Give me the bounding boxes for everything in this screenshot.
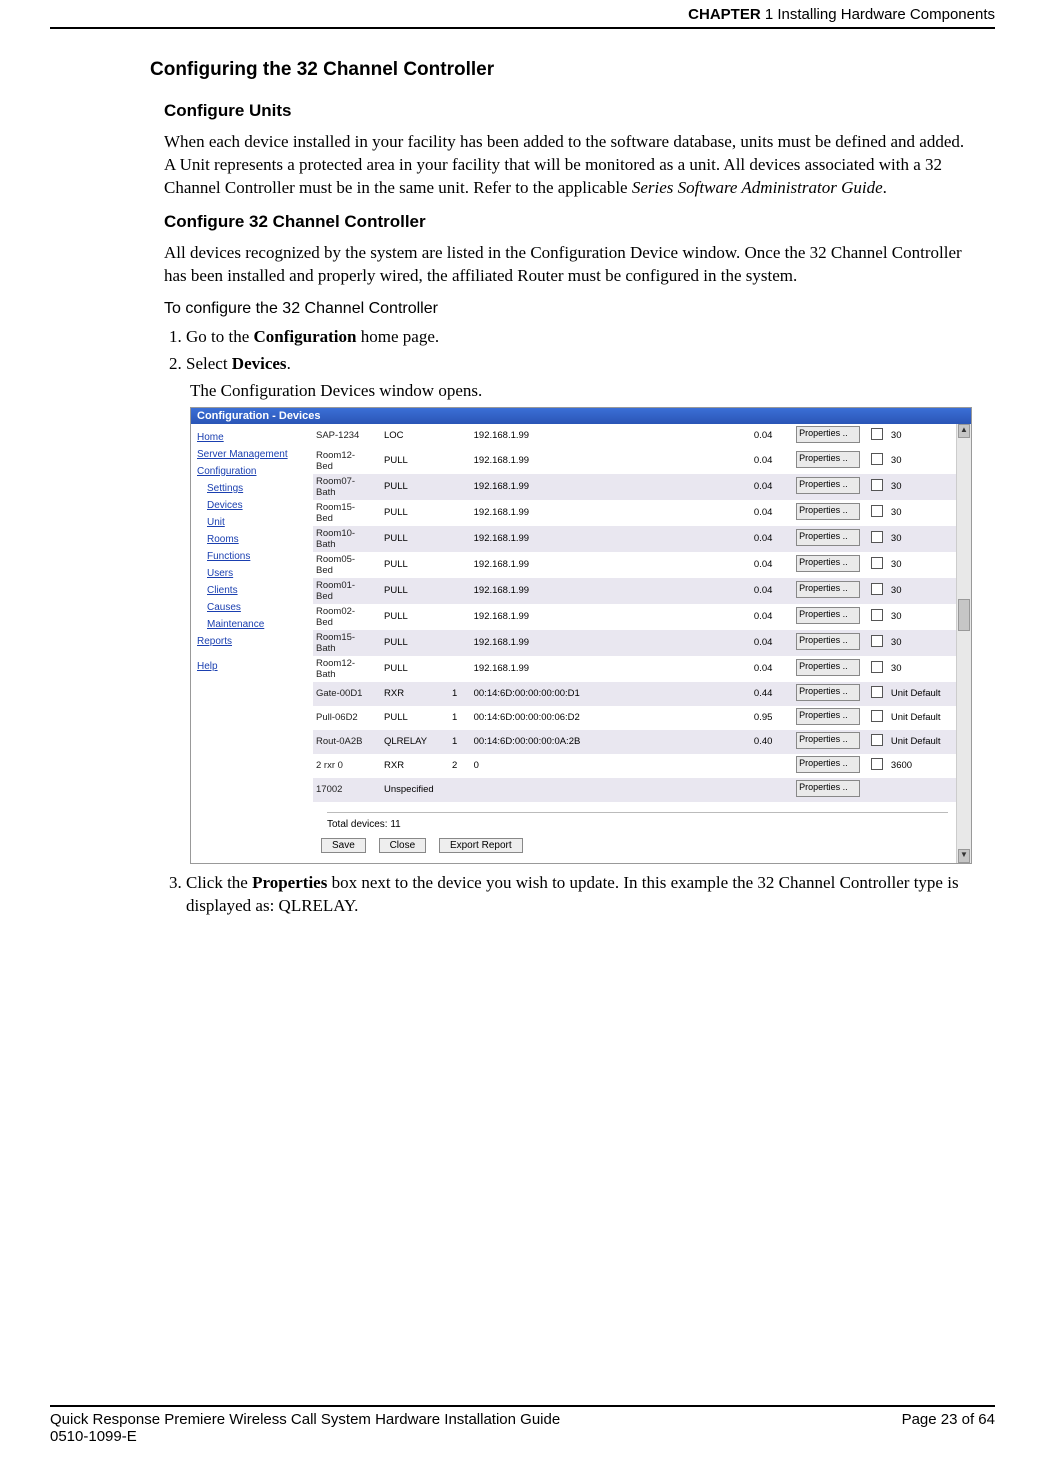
row-checkbox[interactable] (871, 661, 883, 673)
running-header: CHAPTER 1 Installing Hardware Components (50, 0, 995, 29)
chapter-num: 1 (765, 6, 773, 23)
procedure-steps-cont: Click the Properties box next to the dev… (164, 872, 965, 918)
row-checkbox[interactable] (871, 583, 883, 595)
window-title: Configuration - Devices (191, 408, 971, 424)
sidebar-item[interactable]: Home (197, 432, 307, 443)
scroll-down-arrow[interactable]: ▼ (958, 849, 970, 863)
save-button[interactable]: Save (321, 838, 366, 853)
sidebar-item[interactable]: Help (197, 661, 307, 672)
footer-left: Quick Response Premiere Wireless Call Sy… (50, 1411, 560, 1445)
properties-button[interactable]: Properties .. (796, 477, 860, 494)
step-1: Go to the Configuration home page. (186, 326, 965, 349)
sidebar-item[interactable]: Maintenance (207, 619, 307, 630)
table-row: 17002UnspecifiedProperties .. (313, 778, 956, 802)
properties-button[interactable]: Properties .. (796, 732, 860, 749)
properties-button[interactable]: Properties .. (796, 756, 860, 773)
vertical-scrollbar[interactable]: ▲ ▼ (956, 424, 971, 863)
table-row: Room05-BedPULL192.168.1.990.04Properties… (313, 552, 956, 578)
table-row: 2 rxr 0RXR20Properties ..3600 (313, 754, 956, 778)
step-2: Select Devices. (186, 353, 965, 376)
table-row: Room15-BedPULL192.168.1.990.04Properties… (313, 500, 956, 526)
properties-button[interactable]: Properties .. (796, 607, 860, 624)
table-row: Rout-0A2BQLRELAY100:14:6D:00:00:00:0A:2B… (313, 730, 956, 754)
properties-button[interactable]: Properties .. (796, 451, 860, 468)
properties-button[interactable]: Properties .. (796, 708, 860, 725)
sidebar-item[interactable]: Clients (207, 585, 307, 596)
row-checkbox[interactable] (871, 635, 883, 647)
sidebar-item[interactable]: Causes (207, 602, 307, 613)
close-button[interactable]: Close (379, 838, 427, 853)
table-row: Pull-06D2PULL100:14:6D:00:00:00:06:D20.9… (313, 706, 956, 730)
table-row: Gate-00D1RXR100:14:6D:00:00:00:00:D10.44… (313, 682, 956, 706)
properties-button[interactable]: Properties .. (796, 659, 860, 676)
table-row: Room01-BedPULL192.168.1.990.04Properties… (313, 578, 956, 604)
properties-button[interactable]: Properties .. (796, 529, 860, 546)
subsection-1-title: Configure Units (164, 101, 965, 121)
sidebar-item[interactable]: Unit (207, 517, 307, 528)
row-checkbox[interactable] (871, 557, 883, 569)
properties-button[interactable]: Properties .. (796, 684, 860, 701)
table-row: Room02-BedPULL192.168.1.990.04Properties… (313, 604, 956, 630)
device-grid: SAP-1234LOC192.168.1.990.04Properties ..… (313, 424, 956, 863)
table-row: Room12-BedPULL192.168.1.990.04Properties… (313, 448, 956, 474)
sidebar-item[interactable]: Rooms (207, 534, 307, 545)
procedure-lead: To configure the 32 Channel Controller (164, 300, 965, 318)
table-row: Room07-BathPULL192.168.1.990.04Propertie… (313, 474, 956, 500)
screenshot-configuration-devices: Configuration - Devices Home Server Manag… (190, 407, 972, 864)
subsection-1-para: When each device installed in your facil… (164, 131, 965, 200)
step-3: Click the Properties box next to the dev… (186, 872, 965, 918)
row-checkbox[interactable] (871, 686, 883, 698)
table-row: Room15-BathPULL192.168.1.990.04Propertie… (313, 630, 956, 656)
footer-page-number: Page 23 of 64 (902, 1411, 995, 1445)
row-checkbox[interactable] (871, 710, 883, 722)
step-2-result: The Configuration Devices window opens. (190, 381, 965, 401)
nav-sidebar: Home Server Management Configuration Settin… (191, 424, 313, 863)
total-devices-label: Total devices: 11 (327, 812, 948, 830)
procedure-steps: Go to the Configuration home page. Selec… (164, 326, 965, 376)
page-footer: Quick Response Premiere Wireless Call Sy… (50, 1405, 995, 1445)
subsection-2-para: All devices recognized by the system are… (164, 242, 965, 288)
properties-button[interactable]: Properties .. (796, 555, 860, 572)
sidebar-item[interactable]: Reports (197, 636, 307, 647)
row-checkbox[interactable] (871, 505, 883, 517)
sidebar-item[interactable]: Functions (207, 551, 307, 562)
sidebar-item[interactable]: Configuration (197, 466, 307, 477)
table-row: SAP-1234LOC192.168.1.990.04Properties ..… (313, 424, 956, 448)
sidebar-item[interactable]: Devices (207, 500, 307, 511)
properties-button[interactable]: Properties .. (796, 780, 860, 797)
properties-button[interactable]: Properties .. (796, 426, 860, 443)
table-row: Room12-BathPULL192.168.1.990.04Propertie… (313, 656, 956, 682)
row-checkbox[interactable] (871, 734, 883, 746)
sidebar-item[interactable]: Settings (207, 483, 307, 494)
sidebar-item[interactable]: Server Management (197, 449, 307, 460)
section-title: Configuring the 32 Channel Controller (150, 59, 965, 81)
chapter-label: CHAPTER (688, 6, 761, 23)
row-checkbox[interactable] (871, 609, 883, 621)
sidebar-item[interactable]: Users (207, 568, 307, 579)
row-checkbox[interactable] (871, 758, 883, 770)
scroll-thumb[interactable] (958, 599, 970, 631)
row-checkbox[interactable] (871, 531, 883, 543)
row-checkbox[interactable] (871, 479, 883, 491)
row-checkbox[interactable] (871, 428, 883, 440)
properties-button[interactable]: Properties .. (796, 633, 860, 650)
properties-button[interactable]: Properties .. (796, 503, 860, 520)
properties-button[interactable]: Properties .. (796, 581, 860, 598)
scroll-up-arrow[interactable]: ▲ (958, 424, 970, 438)
export-button[interactable]: Export Report (439, 838, 523, 853)
subsection-2-title: Configure 32 Channel Controller (164, 212, 965, 232)
chapter-title: Installing Hardware Components (777, 6, 995, 23)
table-row: Room10-BathPULL192.168.1.990.04Propertie… (313, 526, 956, 552)
row-checkbox[interactable] (871, 453, 883, 465)
